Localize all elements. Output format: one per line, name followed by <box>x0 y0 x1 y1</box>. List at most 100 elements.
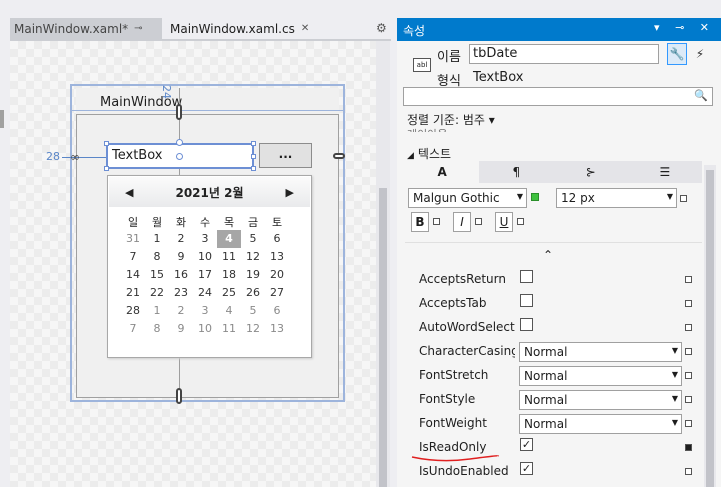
calendar-day[interactable]: 12 <box>241 248 265 266</box>
browse-button[interactable]: ... <box>259 143 312 168</box>
properties-wrench-button[interactable]: 🔧 <box>667 43 687 65</box>
calendar-day[interactable]: 8 <box>145 320 169 338</box>
calendar-day[interactable]: 16 <box>169 266 193 284</box>
calendar-day[interactable]: 1 <box>145 230 169 248</box>
calendar-day[interactable]: 6 <box>265 302 289 320</box>
calendar-day[interactable]: 7 <box>121 320 145 338</box>
calendar-day[interactable]: 9 <box>169 320 193 338</box>
anchor-right-handle[interactable] <box>333 153 345 159</box>
calendar-day[interactable]: 23 <box>169 284 193 302</box>
property-select[interactable]: Normal ▼ <box>519 390 682 410</box>
font-family-select[interactable]: Malgun Gothic ▼ <box>408 188 527 208</box>
italic-button[interactable]: I <box>453 212 471 232</box>
calendar-day[interactable]: 14 <box>121 266 145 284</box>
designer-scroll-thumb[interactable] <box>379 188 387 487</box>
property-checkbox[interactable] <box>520 294 533 307</box>
link-anchor-icon[interactable]: ∞ <box>70 150 80 164</box>
calendar-day[interactable]: 10 <box>193 248 217 266</box>
resize-handle[interactable] <box>251 141 256 146</box>
calendar-day[interactable]: 22 <box>145 284 169 302</box>
property-search-input[interactable]: 🔍 <box>403 87 713 106</box>
next-month-icon[interactable]: ▶ <box>286 186 294 199</box>
calendar-day[interactable]: 6 <box>265 230 289 248</box>
calendar-day[interactable]: 12 <box>241 320 265 338</box>
calendar-day[interactable]: 3 <box>193 302 217 320</box>
tab-mainwindow-xaml[interactable]: MainWindow.xaml* ⊸ <box>10 18 162 39</box>
calendar-day[interactable]: 25 <box>217 284 241 302</box>
property-marker[interactable] <box>685 468 692 475</box>
tab-character[interactable]: A <box>405 161 480 183</box>
calendar-day[interactable]: 8 <box>145 248 169 266</box>
resize-handle[interactable] <box>251 166 256 171</box>
calendar-day[interactable]: 13 <box>265 320 289 338</box>
calendar-day[interactable]: 5 <box>241 302 265 320</box>
resize-handle[interactable] <box>104 166 109 171</box>
property-select[interactable]: Normal ▼ <box>519 414 682 434</box>
property-marker[interactable] <box>685 396 692 403</box>
calendar-day[interactable]: 27 <box>265 284 289 302</box>
top-handle[interactable] <box>176 139 183 146</box>
property-checkbox[interactable] <box>520 318 533 331</box>
property-checkbox[interactable] <box>520 270 533 283</box>
collapse-triangle-icon[interactable]: ◢ <box>407 151 414 161</box>
category-text[interactable]: ◢ 텍스트 <box>407 145 451 162</box>
center-handle[interactable] <box>176 153 183 160</box>
gear-icon[interactable]: ⚙ <box>376 21 387 35</box>
tab-paragraph[interactable]: ¶ <box>479 161 553 183</box>
calendar-day[interactable]: 26 <box>241 284 265 302</box>
property-marker[interactable] <box>685 420 692 427</box>
calendar-month-label[interactable]: 2021년 2월 <box>175 184 243 201</box>
property-marker[interactable] <box>517 218 524 225</box>
close-icon[interactable]: ✕ <box>301 23 309 34</box>
underline-button[interactable]: U <box>495 212 513 232</box>
calendar-day[interactable]: 13 <box>265 248 289 266</box>
property-marker[interactable] <box>685 324 692 331</box>
search-icon[interactable]: 🔍 <box>694 89 708 102</box>
calendar-day[interactable]: 4 <box>217 302 241 320</box>
property-marker[interactable] <box>685 348 692 355</box>
property-marker[interactable] <box>475 218 482 225</box>
calendar-day[interactable]: 2 <box>169 302 193 320</box>
calendar-day[interactable]: 20 <box>265 266 289 284</box>
property-checkbox[interactable]: ✓ <box>520 462 533 475</box>
chevron-up-icon[interactable]: ⌃ <box>543 248 553 262</box>
property-marker[interactable] <box>433 218 440 225</box>
calendar-day[interactable]: 21 <box>121 284 145 302</box>
calendar-day[interactable]: 3 <box>193 230 217 248</box>
property-marker[interactable] <box>680 195 687 202</box>
property-select[interactable]: Normal ▼ <box>519 366 682 386</box>
bold-button[interactable]: B <box>411 212 429 232</box>
calendar-day[interactable]: 10 <box>193 320 217 338</box>
calendar-day[interactable]: 24 <box>193 284 217 302</box>
calendar-day[interactable]: 7 <box>121 248 145 266</box>
property-marker[interactable] <box>685 372 692 379</box>
calendar-day[interactable]: 28 <box>121 302 145 320</box>
calendar-day[interactable]: 9 <box>169 248 193 266</box>
calendar-day[interactable]: 19 <box>241 266 265 284</box>
font-size-select[interactable]: 12 px ▼ <box>556 188 677 208</box>
name-field[interactable]: tbDate <box>469 44 659 64</box>
tab-list[interactable]: ☰ <box>628 161 702 183</box>
font-resource-indicator[interactable] <box>531 193 539 201</box>
events-bolt-button[interactable]: ⚡ <box>691 43 709 65</box>
anchor-bottom-handle[interactable] <box>176 388 182 404</box>
calendar-day[interactable]: 11 <box>217 320 241 338</box>
calendar-day[interactable]: 31 <box>121 230 145 248</box>
calendar-day[interactable]: 1 <box>145 302 169 320</box>
previous-month-icon[interactable]: ◀ <box>125 186 133 199</box>
category-layout[interactable]: 레이아웃 <box>407 126 447 132</box>
resize-handle[interactable] <box>251 154 256 159</box>
calendar-day[interactable]: 4 <box>217 230 241 248</box>
property-marker[interactable] <box>685 300 692 307</box>
tab-indent[interactable]: ⊱ <box>554 161 628 183</box>
calendar-day[interactable]: 11 <box>217 248 241 266</box>
property-select[interactable]: Normal ▼ <box>519 342 682 362</box>
property-marker[interactable] <box>685 444 692 451</box>
anchor-top-handle[interactable] <box>176 104 182 120</box>
tab-mainwindow-xaml-cs[interactable]: MainWindow.xaml.cs ✕ <box>166 18 366 39</box>
calendar-day[interactable]: 2 <box>169 230 193 248</box>
calendar-day[interactable]: 17 <box>193 266 217 284</box>
property-checkbox[interactable]: ✓ <box>520 438 533 451</box>
calendar-day[interactable]: 15 <box>145 266 169 284</box>
panel-window-controls-icon[interactable]: ▾ ⊸ ✕ <box>654 21 715 34</box>
